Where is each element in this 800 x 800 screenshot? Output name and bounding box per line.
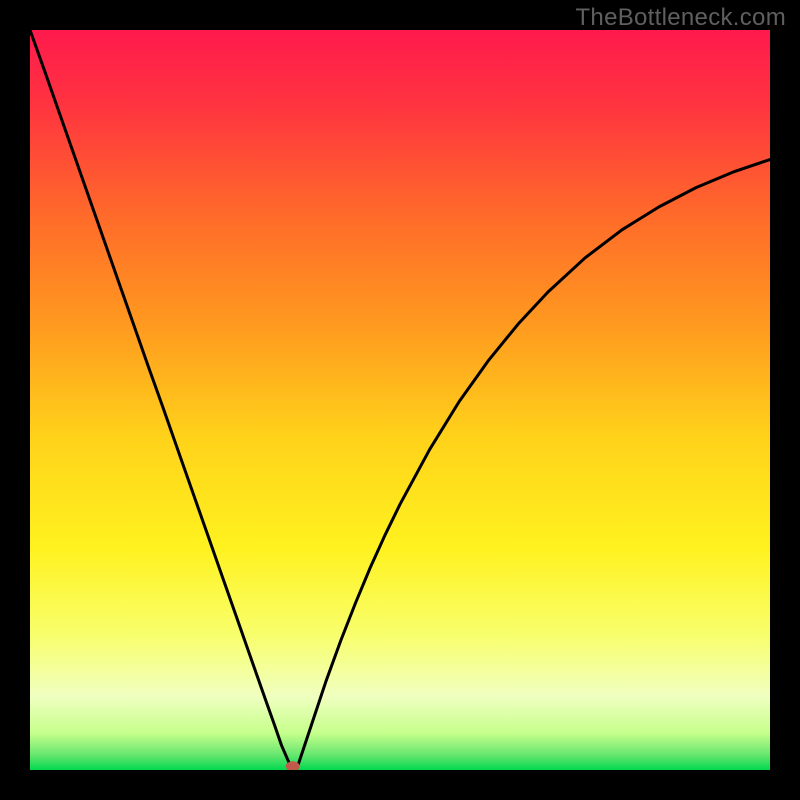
plot-area xyxy=(30,30,770,770)
plot-svg xyxy=(30,30,770,770)
gradient-background xyxy=(30,30,770,770)
chart-outer-frame: TheBottleneck.com xyxy=(0,0,800,800)
watermark-text: TheBottleneck.com xyxy=(575,4,786,32)
